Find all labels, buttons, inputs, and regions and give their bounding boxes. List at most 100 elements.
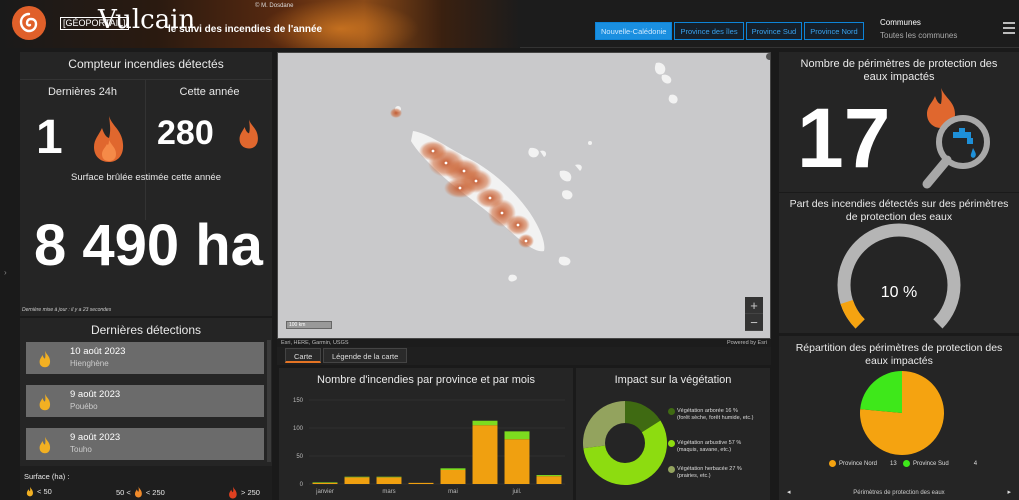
surface-value: 8 490 ha	[34, 213, 263, 278]
last-24h-label: Dernières 24h	[47, 86, 118, 98]
tab-nouvelle-caledonie[interactable]: Nouvelle-Calédonie	[595, 22, 673, 40]
bar-chart: 0 50 100 150 janvier mars mai juil.	[293, 398, 565, 495]
legend-small-text: < 50	[37, 487, 52, 496]
bar	[504, 431, 530, 440]
gauge-track	[837, 223, 961, 329]
y-tick-label: 50	[296, 454, 303, 460]
bar	[312, 482, 338, 483]
detection-item[interactable]: 9 août 2023 Pouébo	[26, 385, 264, 417]
detections-panel: Dernières détections 10 août 2023 Hiengh…	[20, 318, 272, 466]
communes-value: Toutes les communes	[880, 31, 958, 40]
bar	[472, 425, 498, 484]
legend-large-text: > 250	[241, 488, 260, 497]
year-label: Cette année	[179, 86, 240, 98]
vulcain-logo[interactable]	[12, 6, 46, 40]
gauge-fill	[840, 299, 865, 329]
pie-nord-value: 13	[890, 460, 897, 467]
gauge-title: Part des incendies détectés sur des péri…	[789, 198, 1009, 223]
x-tick-label: janvier	[315, 489, 334, 495]
zoom-controls: + −	[745, 297, 763, 331]
tab-carte[interactable]: Carte	[285, 348, 322, 363]
map-basemap	[390, 62, 678, 282]
bar-chart-panel: Nombre d'incendies par province et par m…	[279, 368, 573, 500]
gauge-value: 10 %	[880, 284, 918, 301]
detection-date: 9 août 2023	[70, 389, 121, 400]
menu-icon[interactable]	[1003, 22, 1015, 34]
x-tick-label: juil.	[511, 489, 521, 495]
legend-medium: 50 < < 250	[116, 486, 165, 498]
pie-title: Répartition des périmètres de protection…	[795, 342, 1003, 367]
header-banner: [GÉOPORTAIL] Vulcain le suivi des incend…	[0, 0, 520, 48]
y-tick-label: 0	[300, 482, 304, 488]
attribution-right[interactable]: Powered by Esri	[727, 340, 767, 346]
detection-place: Pouébo	[70, 402, 98, 411]
next-arrow-icon[interactable]: ▸	[1007, 486, 1011, 500]
last-24h-value: 1	[36, 111, 63, 164]
bar	[344, 476, 370, 478]
vegetation-donut	[583, 401, 667, 485]
pie-footer: ◂ Périmètres de protection des eaux ▸	[779, 486, 1019, 500]
detections-scrollbar[interactable]	[267, 340, 271, 462]
small-fire-icon	[39, 393, 51, 411]
detection-place: Hienghène	[70, 359, 109, 368]
header: [GÉOPORTAIL] Vulcain le suivi des incend…	[0, 0, 1019, 48]
map-tabs: Carte Légende de la carte	[277, 347, 771, 365]
pie-panel: Répartition des périmètres de protection…	[779, 336, 1019, 500]
fire-icon	[94, 116, 124, 162]
bar	[312, 482, 338, 484]
veg-legend-item: Végétation herbacée 27 % (prairies, etc.…	[668, 466, 767, 479]
bar-chart-title: Nombre d'incendies par province et par m…	[317, 374, 535, 386]
prev-arrow-icon[interactable]: ◂	[787, 486, 791, 500]
counter-panel: Compteur incendies détectés Dernières 24…	[20, 52, 272, 316]
vegetation-title: Impact sur la végétation	[614, 374, 732, 386]
detection-date: 9 août 2023	[70, 432, 121, 443]
bar	[408, 482, 434, 484]
map-attribution: Esri, HERE, Garmin, USGS Powered by Esri	[277, 339, 771, 347]
collapse-arrow-icon[interactable]: ›	[4, 268, 7, 277]
pie-slice	[860, 371, 902, 413]
legend-small: < 50	[26, 486, 52, 497]
perimeters-panel: Nombre de périmètres de protection des e…	[779, 52, 1019, 192]
legend-medium-text-a: 50 <	[116, 487, 131, 497]
counter-title: Compteur incendies détectés	[68, 57, 224, 71]
surface-label: Surface brûlée estimée cette année	[71, 172, 221, 183]
fire-icon	[239, 119, 258, 149]
detection-item[interactable]: 9 août 2023 Touho	[26, 428, 264, 460]
map-scalebar: 100 km	[286, 321, 332, 329]
detection-item[interactable]: 10 août 2023 Hienghène	[26, 342, 264, 374]
bar	[536, 475, 562, 477]
fire-icon	[26, 486, 33, 497]
zoom-out-button[interactable]: −	[745, 314, 763, 331]
tab-province-sud[interactable]: Province Sud	[745, 22, 803, 40]
pie-legend-sud: Province Sud 4	[903, 460, 977, 467]
year-value: 280	[157, 114, 214, 152]
gauge-chart	[837, 223, 961, 329]
fire-icon	[134, 486, 142, 498]
pie-chart	[860, 371, 944, 455]
year-box: Cette année 280	[147, 80, 272, 220]
tab-province-nord[interactable]: Province Nord	[804, 22, 864, 40]
fire-map[interactable]: 100 km + −	[277, 52, 771, 339]
tab-province-des-iles[interactable]: Province des îles	[674, 22, 744, 40]
veg-legend-item: Végétation arborée 16 % (forêt sèche, fo…	[668, 408, 767, 421]
bar	[376, 477, 402, 484]
y-tick-label: 150	[293, 398, 304, 404]
tab-legende[interactable]: Légende de la carte	[323, 348, 408, 363]
vegetation-panel: Impact sur la végétation Végétation arbo…	[576, 368, 770, 500]
veg-legend-sub: (prairies, etc.)	[677, 472, 711, 479]
pie-nord-label: Province Nord	[839, 460, 878, 467]
water-fire-search-icon	[922, 88, 990, 189]
bar	[344, 477, 370, 484]
update-note: Dernière mise à jour : il y a 23 seconde…	[22, 307, 112, 313]
gauge-panel: Part des incendies détectés sur des péri…	[779, 193, 1019, 333]
small-fire-icon	[39, 350, 51, 368]
detection-place: Touho	[70, 445, 92, 454]
communes-selector[interactable]: Communes Toutes les communes	[880, 18, 957, 40]
x-tick-label: mai	[448, 489, 458, 495]
legend-medium-text-b: < 250	[145, 487, 165, 497]
communes-label: Communes	[880, 18, 921, 27]
zoom-in-button[interactable]: +	[745, 297, 763, 314]
y-tick-label: 100	[293, 426, 304, 432]
perimeters-value: 17	[797, 91, 891, 185]
map-expand-icon[interactable]	[766, 53, 770, 60]
